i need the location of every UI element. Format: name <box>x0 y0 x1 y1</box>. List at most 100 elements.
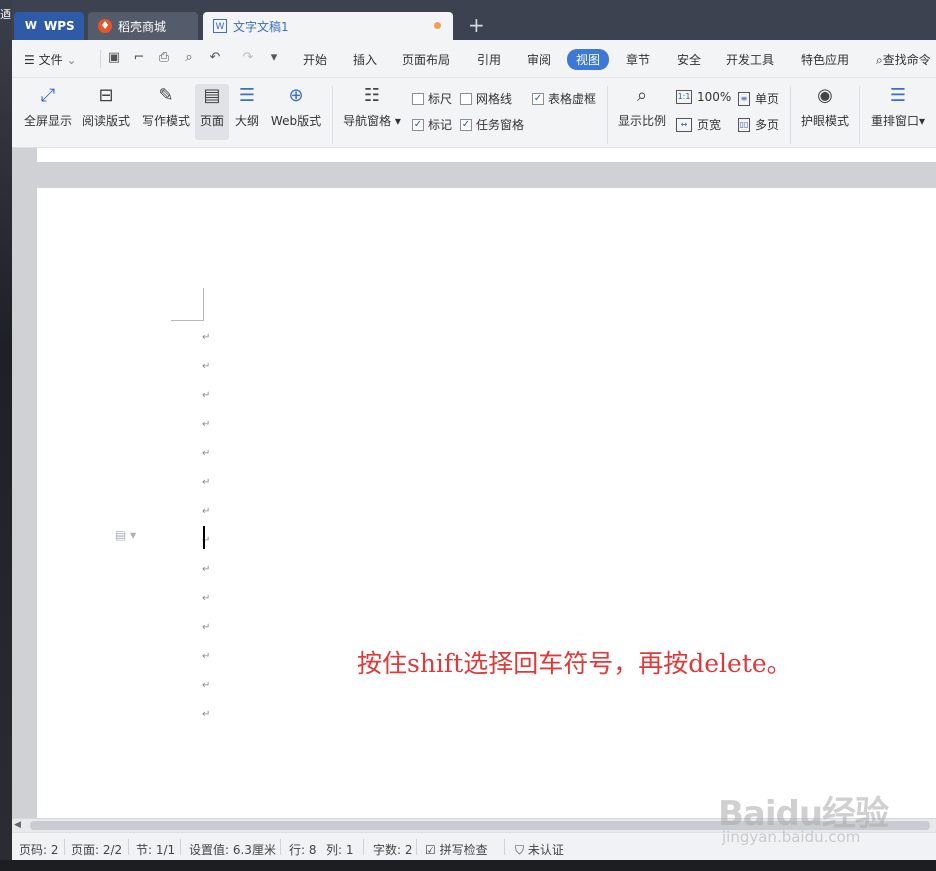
eye-icon: ◉ <box>817 85 833 106</box>
save-icon[interactable]: ▣ <box>106 50 122 66</box>
checkbox-empty-icon <box>460 92 472 105</box>
page-label: 页面 <box>199 114 224 128</box>
tab-bar: W WPS ♦ 稻壳商城 W 文字文稿1 + <box>12 0 936 40</box>
paragraph-mark[interactable]: ↵ <box>202 622 212 634</box>
multi-page-label: 多页 <box>755 118 780 132</box>
divider <box>363 839 364 855</box>
paragraph-mark[interactable]: ↵ <box>202 477 212 489</box>
ruler-checkbox[interactable]: 标尺 <box>412 90 452 107</box>
paragraph-mark[interactable]: ↵ <box>202 651 212 663</box>
file-menu[interactable]: ☰ 文件 ⌄ <box>24 51 77 68</box>
tab-wps[interactable]: W WPS <box>14 12 84 40</box>
menu-review[interactable]: 审阅 <box>527 51 551 68</box>
zoom-100-label: 100% <box>697 90 732 104</box>
menu-view[interactable]: 视图 <box>567 49 610 70</box>
arrange-windows-button[interactable]: ☰ 重排窗口▾ <box>868 84 928 129</box>
baidu-watermark: Baidu经验 jingyan.baidu.com <box>718 772 898 854</box>
checkmark-icon: ✓ <box>412 118 424 131</box>
tab-document[interactable]: W 文字文稿1 <box>203 12 453 40</box>
desktop-bottom <box>0 860 936 871</box>
nav-pane-icon: ☷ <box>363 85 381 106</box>
status-row[interactable]: 行: 8 <box>289 841 317 858</box>
marks-checkbox[interactable]: ✓ 标记 <box>412 116 452 133</box>
table-gridlines-checkbox[interactable]: ✓ 表格虚框 <box>532 90 596 107</box>
reading-mode-button[interactable]: ⊟ 阅读版式 <box>80 84 132 129</box>
divider <box>859 86 860 144</box>
eye-mode-label: 护眼模式 <box>800 114 849 128</box>
document-area[interactable]: ↵ ↵ ↵ ↵ ↵ ↵ ↵ ↵ ↵ ↵ ↵ ↵ ↵ ↵ ▤ ▾ 按住shift选择回车符号，再按delet… <box>12 148 936 818</box>
scroll-left-icon[interactable]: ◀ <box>14 820 21 830</box>
paragraph-options-icon[interactable]: ▤ ▾ <box>115 528 136 542</box>
status-page-no[interactable]: 页码: 2 <box>19 841 59 858</box>
spell-check[interactable]: ☑ 拼写检查 <box>425 841 488 858</box>
task-pane-checkbox[interactable]: ✓ 任务窗格 <box>460 116 524 133</box>
print-preview-icon[interactable]: ⌕ <box>181 50 197 66</box>
spell-check-icon: ☑ <box>425 843 436 857</box>
paragraph-mark[interactable]: ↵ <box>202 593 212 605</box>
menu-bar: ☰ 文件 ⌄ ▣ ⌐ ⎙ ⌕ ↶ ↷ ▾ 开始 插入 页面布局 引用 审阅 视图… <box>12 40 936 78</box>
search-command[interactable]: ⌕查找命令 <box>876 51 931 68</box>
status-section[interactable]: 节: 1/1 <box>136 841 175 858</box>
menu-home[interactable]: 开始 <box>303 51 327 68</box>
nav-pane-button[interactable]: ☷ 导航窗格 ▾ <box>342 84 402 129</box>
document-page[interactable]: ↵ ↵ ↵ ↵ ↵ ↵ ↵ ↵ ↵ ↵ ↵ ↵ ↵ ↵ ▤ ▾ 按住shift选择回车符号，再按delet… <box>37 188 936 818</box>
status-words[interactable]: 字数: 2 <box>373 841 413 858</box>
print-icon[interactable]: ⎙ <box>156 50 172 66</box>
divider <box>332 86 333 144</box>
tab-store[interactable]: ♦ 稻壳商城 <box>88 12 198 40</box>
cert-label: 未认证 <box>527 843 564 857</box>
zoom-button[interactable]: ⌕ 显示比例 <box>616 84 668 129</box>
page-view-button[interactable]: ▤ 页面 <box>195 84 229 140</box>
unsaved-dot-icon <box>434 22 441 29</box>
menu-chapter[interactable]: 章节 <box>626 51 650 68</box>
paragraph-mark[interactable]: ↵ <box>202 332 212 344</box>
outline-label: 大纲 <box>234 114 259 128</box>
status-col[interactable]: 列: 1 <box>326 841 354 858</box>
status-setting[interactable]: 设置值: 6.3厘米 <box>189 841 276 858</box>
menu-developer[interactable]: 开发工具 <box>726 51 774 68</box>
menu-page-layout[interactable]: 页面布局 <box>402 51 450 68</box>
paragraph-mark[interactable]: ↵ <box>202 419 212 431</box>
wps-logo-icon: W <box>24 19 38 32</box>
desktop-text: 迺 <box>0 8 11 21</box>
outline-button[interactable]: ☰ 大纲 <box>232 84 262 129</box>
zoom-100-button[interactable]: 1:1 100% <box>676 90 731 104</box>
writing-label: 写作模式 <box>141 114 190 128</box>
menu-security[interactable]: 安全 <box>677 51 701 68</box>
customize-toolbar-icon[interactable]: ▾ <box>266 50 282 66</box>
paragraph-mark[interactable]: ↵ <box>202 361 212 373</box>
divider <box>607 86 608 144</box>
menu-insert[interactable]: 插入 <box>353 51 377 68</box>
single-page-button[interactable]: ≡ 单页 <box>738 90 779 107</box>
margin-corner-mark <box>203 288 204 321</box>
format-painter-icon[interactable]: ⌐ <box>131 50 147 66</box>
gridlines-checkbox[interactable]: 网格线 <box>460 90 512 107</box>
word-doc-icon: W <box>213 19 227 33</box>
divider <box>790 86 791 144</box>
instruction-annotation: 按住shift选择回车符号，再按delete。 <box>357 649 792 678</box>
undo-icon[interactable]: ↶ <box>207 50 223 66</box>
paragraph-mark[interactable]: ↵ <box>202 390 212 402</box>
web-icon: ⊕ <box>288 85 304 106</box>
paragraph-mark[interactable]: ↵ <box>202 506 212 518</box>
page-width-button[interactable]: ↔ 页宽 <box>676 116 721 133</box>
menu-special[interactable]: 特色应用 <box>801 51 849 68</box>
writing-mode-button[interactable]: ✎ 写作模式 <box>140 84 192 129</box>
eye-mode-button[interactable]: ◉ 护眼模式 <box>798 84 852 129</box>
arrange-label: 重排窗口▾ <box>870 114 926 128</box>
menu-references[interactable]: 引用 <box>477 51 501 68</box>
redo-icon[interactable]: ↷ <box>240 50 256 66</box>
fullscreen-button[interactable]: ⤢ 全屏显示 <box>22 84 74 129</box>
paragraph-mark[interactable]: ↵ <box>202 564 212 576</box>
multi-page-button[interactable]: ▯▯ 多页 <box>738 116 779 133</box>
paragraph-mark[interactable]: ↵ <box>202 709 212 721</box>
divider <box>280 839 281 855</box>
certification[interactable]: ⛉ 未认证 <box>515 841 564 858</box>
paragraph-mark[interactable]: ↵ <box>202 448 212 460</box>
file-menu-label: 文件 <box>38 53 63 67</box>
single-page-label: 单页 <box>755 92 780 106</box>
new-tab-button[interactable]: + <box>468 14 485 36</box>
status-pages[interactable]: 页面: 2/2 <box>71 841 122 858</box>
web-layout-button[interactable]: ⊕ Web版式 <box>268 84 324 129</box>
paragraph-mark[interactable]: ↵ <box>202 680 212 692</box>
